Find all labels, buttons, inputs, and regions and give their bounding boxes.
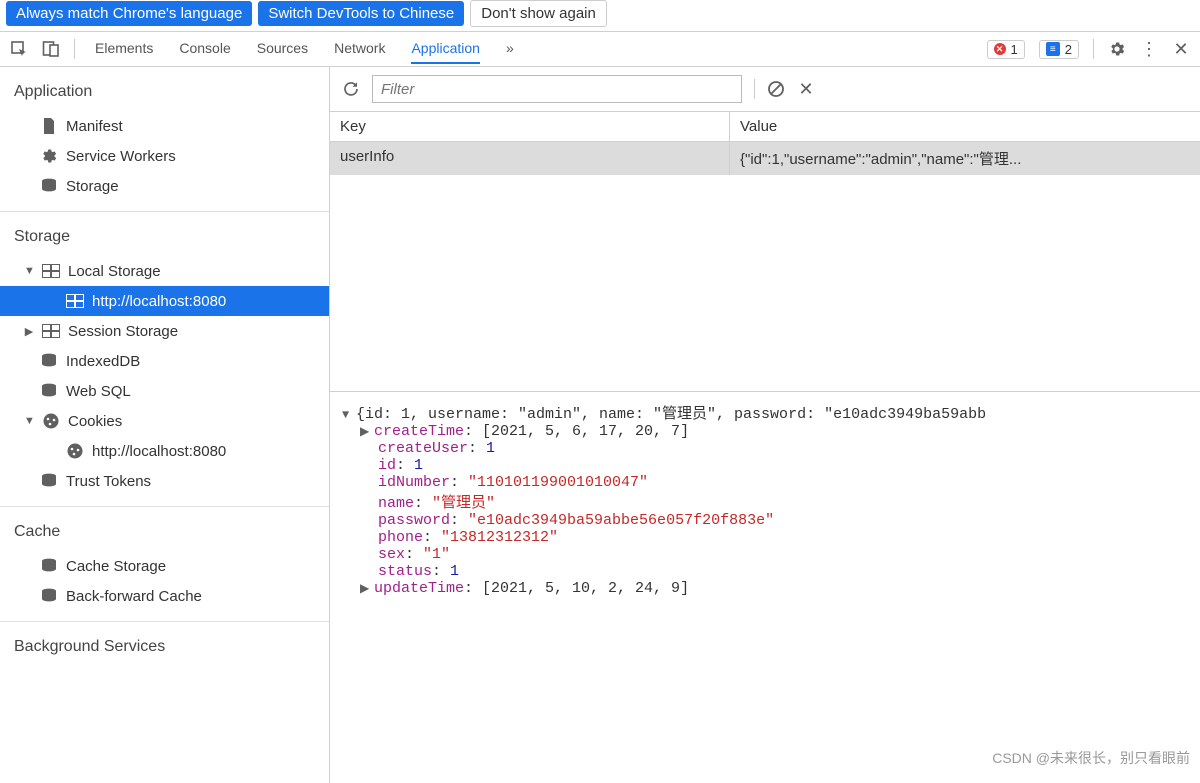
database-icon [40, 587, 58, 605]
tab-sources[interactable]: Sources [257, 34, 308, 64]
errors-badge[interactable]: ✕ 1 [987, 40, 1025, 59]
chevron-down-icon: ▼ [24, 265, 34, 277]
sidebar-item-label: IndexedDB [66, 353, 140, 370]
section-cache-heading: Cache [0, 517, 329, 551]
database-icon [40, 472, 58, 490]
info-square-icon: ≡ [1046, 42, 1060, 56]
sidebar-item-label: Session Storage [68, 323, 178, 340]
sidebar-item-label: http://localhost:8080 [92, 443, 226, 460]
sidebar-item-label: Back-forward Cache [66, 588, 202, 605]
sidebar-item-session-storage[interactable]: ▶ Session Storage [0, 316, 329, 346]
cell-value: {"id":1,"username":"admin","name":"管理... [730, 142, 1200, 175]
cell-key: userInfo [330, 142, 730, 175]
sidebar-item-label: Manifest [66, 118, 123, 135]
gear-icon [40, 147, 58, 165]
section-application-heading: Application [0, 77, 329, 111]
info-count: 2 [1065, 42, 1072, 57]
detail-top-line: {id: 1, username: "admin", name: "管理员", … [356, 406, 986, 423]
section-background-heading: Background Services [0, 632, 329, 666]
tab-more[interactable]: » [506, 34, 514, 64]
sidebar-item-cookies[interactable]: ▼ Cookies [0, 406, 329, 436]
close-icon[interactable]: ✕ [1172, 40, 1190, 58]
cookie-icon [66, 442, 84, 460]
info-badge[interactable]: ≡ 2 [1039, 40, 1079, 59]
database-icon [40, 352, 58, 370]
database-icon [40, 382, 58, 400]
sidebar-item-bfcache[interactable]: Back-forward Cache [0, 581, 329, 611]
kebab-menu-icon[interactable]: ⋮ [1140, 40, 1158, 58]
sidebar-item-service-workers[interactable]: Service Workers [0, 141, 329, 171]
table-row[interactable]: userInfo {"id":1,"username":"admin","nam… [330, 142, 1200, 175]
sidebar-item-label: Web SQL [66, 383, 131, 400]
sidebar-item-local-storage[interactable]: ▼ Local Storage [0, 256, 329, 286]
file-icon [40, 117, 58, 135]
sidebar-item-label: Local Storage [68, 263, 161, 280]
error-dot-icon: ✕ [994, 43, 1006, 55]
chevron-down-icon: ▼ [24, 415, 34, 427]
tab-elements[interactable]: Elements [95, 34, 153, 64]
device-toggle-icon[interactable] [42, 40, 60, 58]
sidebar-item-label: Cookies [68, 413, 122, 430]
table-icon [66, 292, 84, 310]
sidebar-item-label: Cache Storage [66, 558, 166, 575]
sidebar-item-trust-tokens[interactable]: Trust Tokens [0, 466, 329, 496]
tab-application[interactable]: Application [411, 34, 480, 64]
chevron-right-icon[interactable]: ▶ [360, 424, 374, 439]
database-icon [40, 557, 58, 575]
column-header-value[interactable]: Value [730, 112, 1200, 141]
sidebar-item-label: Service Workers [66, 148, 176, 165]
sidebar-item-indexeddb[interactable]: IndexedDB [0, 346, 329, 376]
chevron-right-icon: ▶ [24, 325, 34, 338]
detail-panel[interactable]: ▼{id: 1, username: "admin", name: "管理员",… [330, 392, 1200, 783]
cookie-icon [42, 412, 60, 430]
watermark: CSDN @未来很长，别只看眼前 [992, 748, 1190, 768]
table-icon [42, 262, 60, 280]
inspect-element-icon[interactable] [10, 40, 28, 58]
section-storage-heading: Storage [0, 222, 329, 256]
database-icon [40, 177, 58, 195]
tab-console[interactable]: Console [179, 34, 230, 64]
table-icon [42, 322, 60, 340]
sidebar-item-cookies-origin[interactable]: http://localhost:8080 [0, 436, 329, 466]
sidebar-item-storage[interactable]: Storage [0, 171, 329, 201]
banner-dont-show-button[interactable]: Don't show again [470, 0, 607, 27]
sidebar-item-label: http://localhost:8080 [92, 293, 226, 310]
banner-match-language-button[interactable]: Always match Chrome's language [6, 1, 252, 26]
tab-network[interactable]: Network [334, 34, 385, 64]
errors-count: 1 [1011, 42, 1018, 57]
gear-icon[interactable] [1108, 40, 1126, 58]
clear-icon[interactable]: ✕ [797, 80, 815, 98]
sidebar-item-cache-storage[interactable]: Cache Storage [0, 551, 329, 581]
sidebar-item-label: Storage [66, 178, 119, 195]
sidebar-item-manifest[interactable]: Manifest [0, 111, 329, 141]
sidebar-item-label: Trust Tokens [66, 473, 151, 490]
toolbar-separator [74, 39, 75, 59]
refresh-icon[interactable] [342, 80, 360, 98]
block-icon[interactable] [767, 80, 785, 98]
sidebar-item-local-storage-origin[interactable]: http://localhost:8080 [0, 286, 329, 316]
filter-input[interactable] [372, 75, 742, 103]
sidebar-item-websql[interactable]: Web SQL [0, 376, 329, 406]
chevron-down-icon[interactable]: ▼ [342, 408, 356, 422]
filter-separator [754, 79, 755, 99]
banner-switch-chinese-button[interactable]: Switch DevTools to Chinese [258, 1, 464, 26]
toolbar-separator [1093, 39, 1094, 59]
column-header-key[interactable]: Key [330, 112, 730, 141]
chevron-right-icon[interactable]: ▶ [360, 581, 374, 596]
